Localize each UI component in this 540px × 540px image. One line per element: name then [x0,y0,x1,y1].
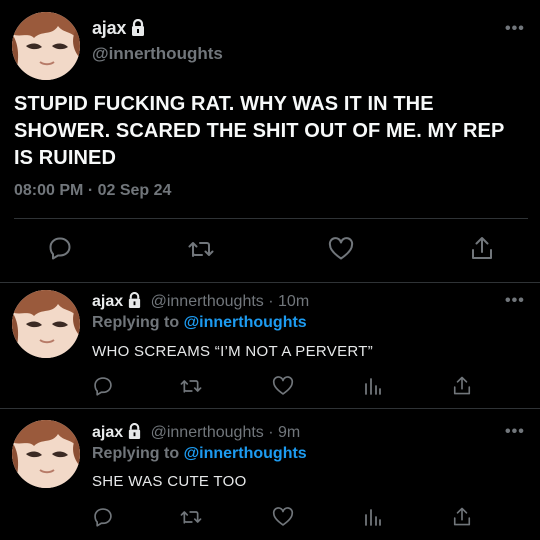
retweet-icon[interactable] [180,376,202,396]
reply-text: SHE WAS CUTE TOO [92,473,247,490]
author-name[interactable]: ajax [92,18,146,41]
share-icon[interactable] [452,506,472,527]
reply-time[interactable]: · 9m [268,424,300,441]
share-icon[interactable] [470,235,494,261]
reply-author-name[interactable]: ajax [92,424,123,441]
retweet-icon[interactable] [188,237,214,261]
author-handle[interactable]: @innerthoughts [92,44,223,64]
lock-icon [127,422,142,444]
avatar[interactable] [12,420,80,488]
reply-author-handle[interactable]: @innerthoughts [151,424,264,441]
avatar[interactable] [12,12,80,80]
replying-to-mention[interactable]: @innerthoughts [184,445,307,462]
lock-icon [130,18,146,41]
like-icon[interactable] [272,507,294,527]
replying-to-mention[interactable]: @innerthoughts [184,314,307,331]
author-name-text[interactable]: ajax [92,18,126,38]
replying-to: Replying to @innerthoughts [92,445,307,463]
replying-to-label: Replying to [92,314,180,331]
lock-icon [127,291,142,313]
like-icon[interactable] [272,376,294,396]
divider [0,408,540,409]
analytics-icon[interactable] [364,377,382,396]
like-icon[interactable] [328,237,354,261]
reply-author-handle[interactable]: @innerthoughts [151,293,264,310]
more-options-icon[interactable]: ••• [505,423,525,441]
share-icon[interactable] [452,375,472,396]
avatar[interactable] [12,290,80,358]
divider [0,282,540,283]
reply-text: WHO SCREAMS “I’M NOT A PERVERT” [92,343,374,360]
replying-to-label: Replying to [92,445,180,462]
divider [14,218,528,219]
reply-icon[interactable] [93,507,113,527]
reply-icon[interactable] [48,236,72,260]
replying-to: Replying to @innerthoughts [92,314,307,332]
retweet-icon[interactable] [180,507,202,527]
reply-header: ajax @innerthoughts · 9m [92,422,300,444]
more-options-icon[interactable]: ••• [505,20,525,38]
tweet-text: STUPID FUCKING RAT. WHY WAS IT IN THE SH… [14,93,505,169]
reply-time[interactable]: · 10m [268,293,309,310]
tweet-timestamp[interactable]: 08:00 PM · 02 Sep 24 [14,182,171,200]
reply-author-name[interactable]: ajax [92,293,123,310]
more-options-icon[interactable]: ••• [505,292,525,310]
analytics-icon[interactable] [364,508,382,527]
reply-icon[interactable] [93,376,113,396]
reply-header: ajax @innerthoughts · 10m [92,291,309,313]
